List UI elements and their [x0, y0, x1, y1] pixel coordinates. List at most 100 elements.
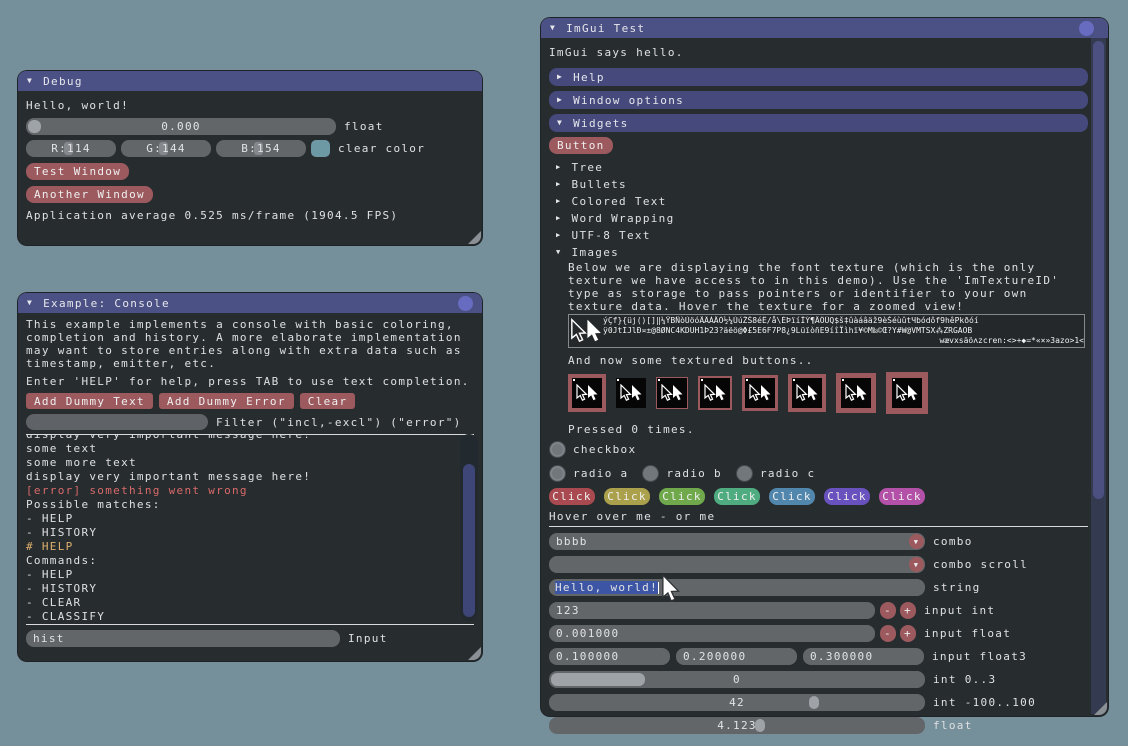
string-input[interactable]: Hello, world! — [549, 579, 925, 596]
collapse-arrow-icon[interactable]: ▼ — [550, 24, 556, 32]
slider-int-100[interactable]: 42 — [549, 694, 925, 711]
input-float3-y-value: 0.200000 — [683, 650, 746, 663]
slider-float[interactable]: 4.123 — [549, 717, 925, 734]
images-description-line: texture we have access to in this demo).… — [568, 274, 1088, 287]
radio-a[interactable] — [549, 465, 566, 482]
textured-image-button[interactable] — [788, 374, 826, 412]
tree-arrow-icon: ▼ — [556, 249, 562, 256]
drag-green[interactable]: G:144 — [121, 140, 211, 157]
chevron-down-icon[interactable]: ▼ — [909, 534, 924, 549]
slider-grab[interactable] — [809, 696, 819, 709]
console-log-line: - HISTORY — [26, 526, 474, 540]
header-help[interactable]: ▶ Help — [549, 68, 1088, 86]
button-widget[interactable]: Button — [549, 137, 613, 154]
hover-text[interactable]: Hover over me - or me — [549, 510, 1088, 523]
slider-int-0-3[interactable]: 0 — [549, 671, 925, 688]
click-button-blue[interactable]: Click — [769, 488, 815, 505]
cursor-icon — [569, 318, 603, 344]
slider-float-value: 4.123 — [717, 719, 757, 732]
minus-button[interactable]: - — [880, 625, 896, 642]
radio-c[interactable] — [736, 465, 753, 482]
font-texture-glyph-line: wævxsäöʌzcren:<>+◆=*«×»3azo>1< — [603, 336, 1084, 346]
collapse-arrow-icon[interactable]: ▼ — [27, 77, 33, 85]
slider-grab[interactable] — [551, 673, 645, 686]
checkbox[interactable] — [549, 441, 566, 458]
console-title-bar[interactable]: ▼ Example: Console — [18, 293, 482, 313]
input-float3-x-value: 0.100000 — [556, 650, 619, 663]
close-icon[interactable] — [1079, 21, 1094, 36]
filter-input[interactable] — [26, 414, 208, 430]
tree-node-bullets[interactable]: ▶ Bullets — [549, 176, 1088, 193]
drag-blue[interactable]: B:154 — [216, 140, 306, 157]
images-description-line: texture data. Hover the texture for a zo… — [568, 300, 1088, 313]
tree-node-colored-text[interactable]: ▶ Colored Text — [549, 193, 1088, 210]
combo-box[interactable]: bbbb ▼ — [549, 533, 925, 550]
textured-image-button[interactable] — [656, 377, 688, 409]
click-button-red[interactable]: Click — [549, 488, 595, 505]
clear-button[interactable]: Clear — [300, 393, 356, 409]
input-float3-label: input float3 — [932, 650, 1027, 663]
collapse-arrow-icon: ▼ — [557, 119, 563, 127]
imgui-title-bar[interactable]: ▼ ImGui Test — [541, 18, 1108, 38]
drag-red[interactable]: R:114 — [26, 140, 116, 157]
click-button-magenta[interactable]: Click — [879, 488, 925, 505]
console-log-line: Commands: — [26, 554, 474, 568]
plus-button[interactable]: + — [900, 602, 916, 619]
input-float-field[interactable]: 0.001000 — [549, 625, 875, 642]
add-dummy-text-button[interactable]: Add Dummy Text — [26, 393, 153, 409]
header-window-options[interactable]: ▶ Window options — [549, 91, 1088, 109]
slider-int-row: 0 int 0..3 — [549, 671, 1088, 688]
console-log-line: display very important message here! — [26, 470, 474, 484]
test-window-button[interactable]: Test Window — [26, 163, 129, 180]
resize-grip[interactable] — [468, 231, 481, 244]
console-scrollbar[interactable] — [460, 434, 478, 621]
textured-image-button[interactable] — [742, 375, 778, 411]
imgui-window-title: ImGui Test — [566, 22, 645, 35]
textured-image-button[interactable] — [886, 372, 928, 414]
input-float3-y[interactable]: 0.200000 — [676, 648, 797, 665]
tree-arrow-icon: ▶ — [556, 232, 562, 239]
cursor-icon — [747, 384, 773, 402]
textured-image-button[interactable] — [616, 378, 646, 408]
float-slider-grab[interactable] — [28, 120, 41, 133]
collapse-arrow-icon[interactable]: ▼ — [27, 299, 33, 307]
console-log-region[interactable]: display very important message here! som… — [26, 435, 474, 623]
input-float3-x[interactable]: 0.100000 — [549, 648, 670, 665]
tree-node-tree[interactable]: ▶ Tree — [549, 159, 1088, 176]
input-int-field[interactable]: 123 — [549, 602, 875, 619]
font-texture-image[interactable]: ýÇf}{üj()[]‖¼ŸBÑòÙöóÃÂÀÄÒ½¼ÙúŽŠ8éÊ/å\ÈÞï… — [568, 314, 1085, 348]
header-widgets[interactable]: ▼ Widgets — [549, 114, 1088, 132]
combo-scroll-box[interactable]: ▼ — [549, 556, 925, 573]
close-icon[interactable] — [458, 296, 473, 311]
slider-int-100-label: int -100..100 — [933, 696, 1036, 709]
console-scrollbar-thumb[interactable] — [463, 464, 475, 617]
imgui-scrollbar-thumb[interactable] — [1093, 41, 1104, 499]
chevron-down-icon[interactable]: ▼ — [909, 557, 924, 572]
pressed-count-text: Pressed 0 times. — [568, 423, 1088, 436]
click-button-yellow[interactable]: Click — [604, 488, 650, 505]
click-button-green[interactable]: Click — [659, 488, 705, 505]
textured-image-button[interactable] — [568, 374, 606, 412]
click-button-teal[interactable]: Click — [714, 488, 760, 505]
console-command-input[interactable]: hist — [26, 630, 340, 647]
add-dummy-error-button[interactable]: Add Dummy Error — [159, 393, 294, 409]
radio-b[interactable] — [642, 465, 659, 482]
plus-button[interactable]: + — [900, 625, 916, 642]
tree-node-images[interactable]: ▼ Images — [549, 244, 1088, 261]
tree-node-utf8-text[interactable]: ▶ UTF-8 Text — [549, 227, 1088, 244]
textured-image-button[interactable] — [836, 373, 876, 413]
fps-stats-text: Application average 0.525 ms/frame (1904… — [26, 209, 474, 222]
another-window-button[interactable]: Another Window — [26, 186, 153, 203]
input-float3-z[interactable]: 0.300000 — [803, 648, 924, 665]
tree-node-word-wrapping[interactable]: ▶ Word Wrapping — [549, 210, 1088, 227]
debug-title-bar[interactable]: ▼ Debug — [18, 71, 482, 91]
minus-button[interactable]: - — [880, 602, 896, 619]
textured-image-button[interactable] — [698, 376, 732, 410]
clear-color-swatch[interactable] — [311, 140, 330, 157]
click-button-purple[interactable]: Click — [824, 488, 870, 505]
slider-int-0-3-label: int 0..3 — [933, 673, 996, 686]
tree-arrow-icon: ▶ — [556, 164, 562, 171]
float-slider[interactable]: 0.000 — [26, 118, 336, 135]
imgui-scrollbar[interactable] — [1091, 38, 1106, 714]
font-texture-glyph-line: ýÇf}{üj()[]‖¼ŸBÑòÙöóÃÂÀÄÒ½¼ÙúŽŠ8éÊ/å\ÈÞï… — [603, 316, 1084, 326]
